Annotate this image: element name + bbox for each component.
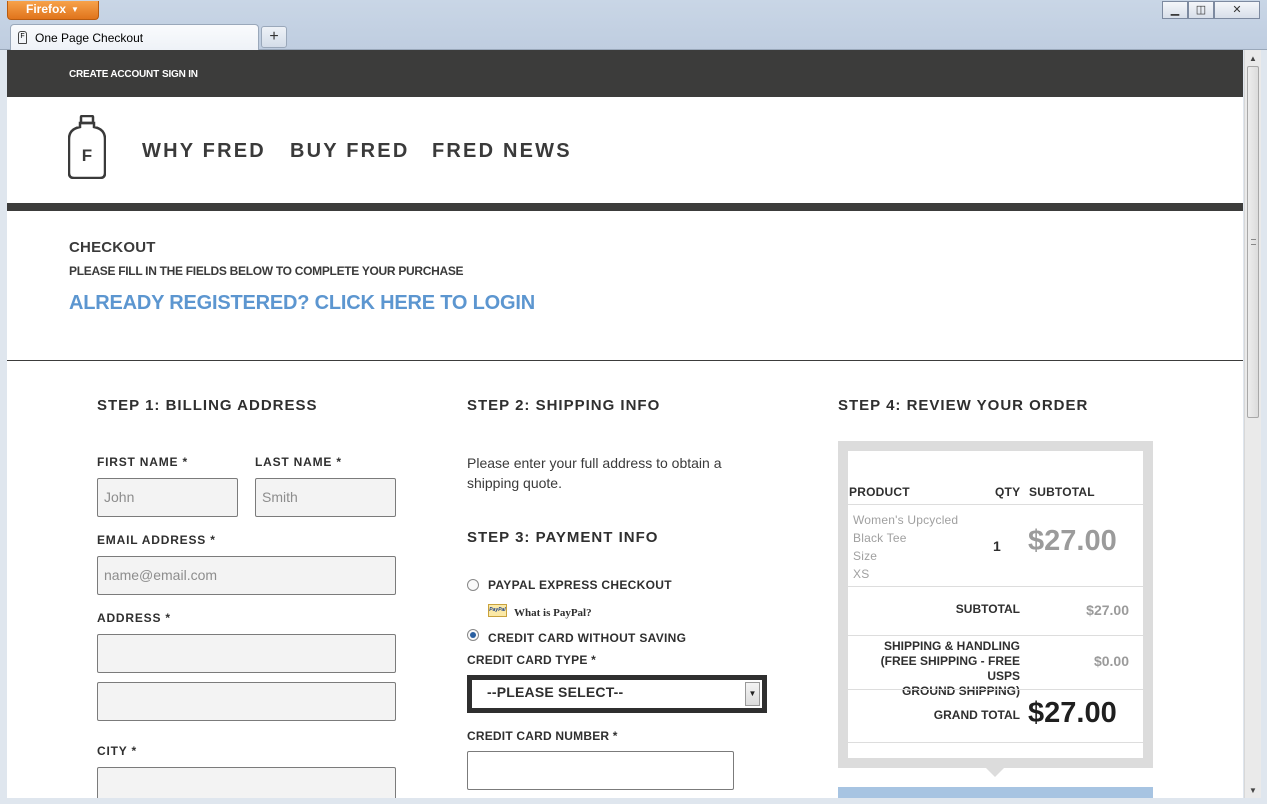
first-name-label: FIRST NAME *	[97, 455, 188, 469]
vertical-scrollbar[interactable]: ▲ ▼	[1244, 50, 1261, 798]
nav-buy-fred[interactable]: BUY FRED	[290, 140, 409, 163]
product-name-line1: Women's Upcycled	[853, 513, 959, 527]
product-name-line2: Black Tee	[853, 531, 907, 545]
email-label: EMAIL ADDRESS *	[97, 533, 216, 547]
credit-card-radio[interactable]	[467, 629, 479, 641]
col-subtotal: SUBTOTAL	[1029, 485, 1095, 499]
address-label: ADDRESS *	[97, 611, 171, 625]
city-label: CITY *	[97, 744, 137, 758]
shipping-label-line3: GROUND SHIPPING)	[901, 684, 1020, 698]
subtotal-value: $27.00	[1086, 602, 1129, 618]
grand-total-value: $27.00	[1028, 697, 1117, 729]
place-order-button[interactable]	[838, 787, 1153, 798]
credit-card-option-label[interactable]: CREDIT CARD WITHOUT SAVING	[488, 631, 686, 645]
shipping-label-line1: SHIPPING & HANDLING	[883, 639, 1020, 653]
card-type-select[interactable]: --PLEASE SELECT-- ▼	[467, 675, 767, 713]
product-qty: 1	[993, 538, 1001, 554]
row-divider	[848, 742, 1143, 743]
chevron-down-icon[interactable]: ▼	[745, 682, 760, 706]
header-divider	[7, 203, 1243, 211]
card-number-field[interactable]	[467, 751, 734, 790]
payment-heading: STEP 3: PAYMENT INFO	[467, 529, 659, 546]
address-line1-field[interactable]	[97, 634, 396, 673]
card-number-label: CREDIT CARD NUMBER *	[467, 729, 618, 743]
shipping-label: SHIPPING & HANDLING (FREE SHIPPING - FRE…	[848, 639, 1020, 699]
chevron-down-icon: ▼	[71, 5, 79, 14]
product-price: $27.00	[1028, 525, 1117, 557]
window-controls: ▁ ◫ ✕	[1162, 1, 1260, 19]
shipping-value: $0.00	[1093, 653, 1129, 669]
product-size-label: Size	[853, 549, 878, 563]
last-name-label: LAST NAME *	[255, 455, 342, 469]
fred-bottle-logo[interactable]: F	[68, 115, 106, 179]
last-name-field[interactable]: Smith	[255, 478, 396, 517]
row-divider	[848, 689, 1143, 690]
product-details: Women's Upcycled Black Tee Size XS	[853, 511, 958, 583]
login-link[interactable]: ALREADY REGISTERED? CLICK HERE TO LOGIN	[69, 292, 535, 315]
section-divider	[7, 360, 1243, 361]
page-subtitle: PLEASE FILL IN THE FIELDS BELOW TO COMPL…	[69, 264, 464, 278]
shipping-info-text: Please enter your full address to obtain…	[467, 455, 722, 491]
new-tab-button[interactable]: +	[261, 26, 287, 48]
paypal-logo: PayPal	[488, 604, 507, 617]
address-line2-field[interactable]	[97, 682, 396, 721]
subtotal-label: SUBTOTAL	[955, 602, 1020, 616]
billing-heading: STEP 1: BILLING ADDRESS	[97, 397, 318, 414]
card-type-label: CREDIT CARD TYPE *	[467, 653, 596, 667]
create-account-link[interactable]: CREATE ACCOUNT	[69, 69, 159, 80]
logo-letter: F	[82, 146, 92, 165]
paypal-radio[interactable]	[467, 579, 479, 591]
row-divider	[848, 504, 1143, 505]
row-divider	[848, 635, 1143, 636]
what-is-paypal-link[interactable]: What is PayPal?	[514, 607, 592, 619]
email-field[interactable]: name@email.com	[97, 556, 396, 595]
city-field[interactable]	[97, 767, 396, 798]
account-topbar: CREATE ACCOUNT SIGN IN	[7, 50, 1243, 97]
scroll-up-arrow-icon[interactable]: ▲	[1249, 54, 1257, 63]
card-type-selected-value: --PLEASE SELECT--	[487, 684, 624, 700]
minimize-button[interactable]: ▁	[1162, 1, 1188, 19]
page-viewport: CREATE ACCOUNT SIGN IN F WHY FRED BUY FR…	[7, 50, 1243, 798]
shipping-label-line2: (FREE SHIPPING - FREE USPS	[880, 654, 1020, 683]
scrollbar-thumb[interactable]	[1247, 66, 1259, 418]
firefox-menu-button[interactable]: Firefox ▼	[7, 1, 99, 20]
panel-pointer	[986, 768, 1004, 777]
restore-button[interactable]: ◫	[1188, 1, 1214, 19]
order-review-panel: PRODUCT QTY SUBTOTAL Women's Upcycled Bl…	[838, 441, 1153, 768]
first-name-field[interactable]: John	[97, 478, 238, 517]
nav-fred-news[interactable]: FRED NEWS	[432, 140, 572, 163]
sign-in-link[interactable]: SIGN IN	[162, 69, 198, 80]
col-product: PRODUCT	[849, 485, 910, 499]
grand-total-label: GRAND TOTAL	[933, 708, 1020, 722]
order-review-table: PRODUCT QTY SUBTOTAL Women's Upcycled Bl…	[848, 451, 1143, 758]
shipping-heading: STEP 2: SHIPPING INFO	[467, 397, 661, 414]
nav-why-fred[interactable]: WHY FRED	[142, 140, 266, 163]
scroll-down-arrow-icon[interactable]: ▼	[1249, 786, 1257, 795]
row-divider	[848, 586, 1143, 587]
paypal-option-label[interactable]: PAYPAL EXPRESS CHECKOUT	[488, 578, 672, 592]
firefox-menu-label: Firefox	[26, 2, 67, 16]
browser-chrome: Firefox ▼ ▁ ◫ ✕ F One Page Checkout +	[0, 0, 1267, 50]
page-title: CHECKOUT	[69, 239, 156, 256]
grip-icon	[1251, 239, 1256, 245]
review-heading: STEP 4: REVIEW YOUR ORDER	[838, 397, 1089, 414]
tab-one-page-checkout[interactable]: F One Page Checkout	[10, 24, 259, 50]
product-size-value: XS	[853, 567, 870, 581]
bottle-favicon-icon: F	[18, 31, 27, 44]
tab-title: One Page Checkout	[35, 31, 144, 45]
close-window-button[interactable]: ✕	[1214, 1, 1260, 19]
col-qty: QTY	[995, 485, 1021, 499]
